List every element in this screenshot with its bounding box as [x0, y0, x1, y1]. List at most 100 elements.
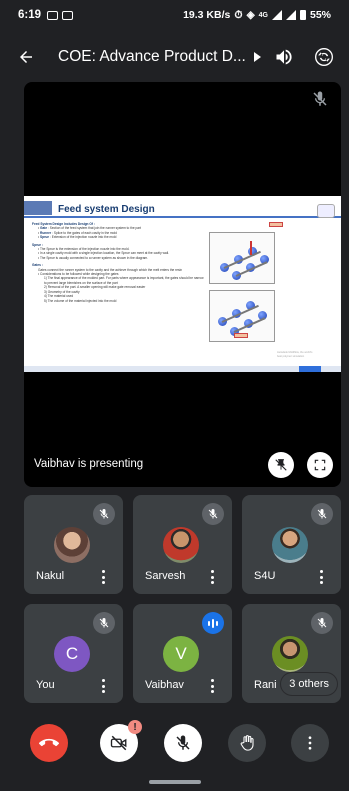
- participant-tile-s4u[interactable]: S4U: [242, 495, 341, 594]
- camera-toggle-button[interactable]: !: [100, 720, 142, 762]
- sprue-callout: [269, 222, 283, 227]
- participant-name: Nakul: [36, 570, 65, 582]
- presentation-mic-off: [311, 90, 329, 113]
- notification-icon: [47, 10, 59, 20]
- gates-list-item: Geometry of the cavity: [47, 289, 80, 294]
- participant-tile-nakul[interactable]: Nakul: [24, 495, 123, 594]
- switch-camera-button[interactable]: [313, 46, 335, 68]
- slide-title: Feed system Design: [58, 204, 155, 215]
- back-button[interactable]: [14, 45, 38, 69]
- participant-menu-button[interactable]: [319, 570, 323, 584]
- participant-menu-button[interactable]: [101, 679, 105, 693]
- slide-footer: [24, 366, 341, 372]
- camera-warning-badge: !: [128, 720, 142, 734]
- gates-sub: Considerations to be followed while desi…: [40, 272, 119, 277]
- battery-icon: [299, 10, 306, 20]
- mic-off-icon: [313, 91, 327, 106]
- runner-figure-bottom: [209, 290, 275, 342]
- status-time: 6:19: [18, 9, 42, 21]
- slide-divider: [24, 216, 341, 218]
- avatar: [54, 527, 90, 563]
- participant-name: Sarvesh: [145, 570, 186, 582]
- slide-body: Feed System Design Includes Design Of : …: [32, 222, 207, 303]
- participant-name: Rani: [254, 679, 277, 691]
- arrow-left-icon: [20, 51, 32, 63]
- speaking-indicator-icon: [202, 612, 224, 634]
- battery-level: 55%: [309, 9, 331, 21]
- pin-off-icon: [275, 459, 287, 471]
- runner-figure-top: [209, 232, 275, 284]
- shared-slide: Feed system Design Feed System Design In…: [24, 196, 341, 372]
- gates-list-item: The volume of the material injected into…: [47, 298, 117, 303]
- sprue-item: In a single cavity mold with a single in…: [40, 251, 169, 256]
- expand-title-icon[interactable]: [254, 52, 261, 62]
- speaker-icon: [276, 49, 292, 65]
- slide-item-text: : Extension of the injection nozzle into…: [49, 235, 117, 240]
- avatar: [272, 527, 308, 563]
- gates-list-item: The final appearance of the molded part.…: [44, 276, 204, 285]
- mic-off-icon: [176, 735, 190, 750]
- alarm-icon: ⏱: [234, 8, 243, 21]
- fullscreen-button[interactable]: [307, 452, 333, 478]
- avatar: C: [54, 636, 90, 672]
- end-call-button[interactable]: [30, 724, 68, 762]
- participant-menu-button[interactable]: [101, 570, 105, 584]
- meet-screen: 6:19 19.3 KB/s ⏱ ◈ 4G 55% COE: Advance P…: [0, 0, 349, 791]
- home-indicator[interactable]: [149, 780, 201, 784]
- slide-item-term: Runner: [40, 230, 52, 235]
- mic-off-icon: [202, 503, 224, 525]
- slide-item-text: : Splice to the gates of each cavity in …: [52, 230, 117, 235]
- mic-off-icon: [93, 612, 115, 634]
- camera-off-icon: [110, 735, 127, 751]
- signal-icon-2: [285, 10, 296, 20]
- slide-heading: Feed System Design Includes Design Of :: [32, 222, 95, 226]
- presenter-label: Vaibhav is presenting: [34, 458, 144, 470]
- network-type: 4G: [258, 11, 268, 19]
- slide-footer-note: Autodesk Moldflow, the world's best poly…: [277, 351, 313, 358]
- vibrate-icon: ◈: [246, 9, 255, 21]
- participant-name: Vaibhav: [145, 679, 184, 691]
- meeting-title[interactable]: COE: Advance Product D...: [58, 48, 248, 66]
- gates-list-item: The material used: [47, 294, 74, 299]
- network-speed: 19.3 KB/s: [183, 9, 231, 21]
- participant-name: You: [36, 679, 55, 691]
- signal-icon: [271, 10, 282, 20]
- participant-menu-button[interactable]: [210, 679, 214, 693]
- mic-off-icon: [311, 612, 333, 634]
- meeting-header: COE: Advance Product D...: [0, 30, 349, 84]
- sprue-item: The Sprue is usually connected to a runn…: [39, 255, 149, 260]
- switch-camera-icon: [315, 48, 333, 66]
- mic-toggle-button[interactable]: [164, 724, 202, 762]
- participant-tile-rani[interactable]: Rani 3 others: [242, 604, 341, 703]
- participant-tile-you[interactable]: C You: [24, 604, 123, 703]
- gallery-icon: [62, 10, 74, 20]
- more-vert-icon: [308, 736, 312, 750]
- speaker-button[interactable]: [273, 46, 295, 68]
- participant-menu-button[interactable]: [210, 570, 214, 584]
- gates-list-item: Removal of the part. A smaller opening w…: [47, 285, 146, 290]
- participant-tile-sarvesh[interactable]: Sarvesh: [133, 495, 232, 594]
- avatar: V: [163, 636, 199, 672]
- phone-hangup-icon: [39, 738, 59, 747]
- slide-item-term: Gate: [40, 226, 48, 231]
- sprue-item: The Sprue is the extension of the inject…: [39, 247, 130, 252]
- slide-item-term: Sprue: [40, 235, 50, 240]
- pin-button[interactable]: [268, 452, 294, 478]
- sprue-heading: Sprue :: [32, 242, 43, 247]
- gates-heading: Gates :: [32, 263, 43, 268]
- participant-name: S4U: [254, 570, 276, 582]
- slide-logo-icon: [317, 204, 335, 218]
- more-options-button[interactable]: [291, 724, 329, 762]
- avatar: [272, 636, 308, 672]
- slide-figures: [209, 232, 277, 344]
- mic-off-icon: [93, 503, 115, 525]
- raise-hand-button[interactable]: [228, 724, 266, 762]
- slide-title-bar: [24, 201, 52, 215]
- others-count-badge[interactable]: 3 others: [281, 673, 337, 695]
- presentation-stage[interactable]: Feed system Design Feed System Design In…: [24, 82, 341, 487]
- participant-tile-vaibhav[interactable]: V Vaibhav: [133, 604, 232, 703]
- slide-item-text: : Section of the feed system that join t…: [48, 226, 142, 231]
- avatar: [163, 527, 199, 563]
- status-right: 19.3 KB/s ⏱ ◈ 4G 55%: [183, 9, 331, 22]
- fullscreen-icon: [314, 459, 326, 471]
